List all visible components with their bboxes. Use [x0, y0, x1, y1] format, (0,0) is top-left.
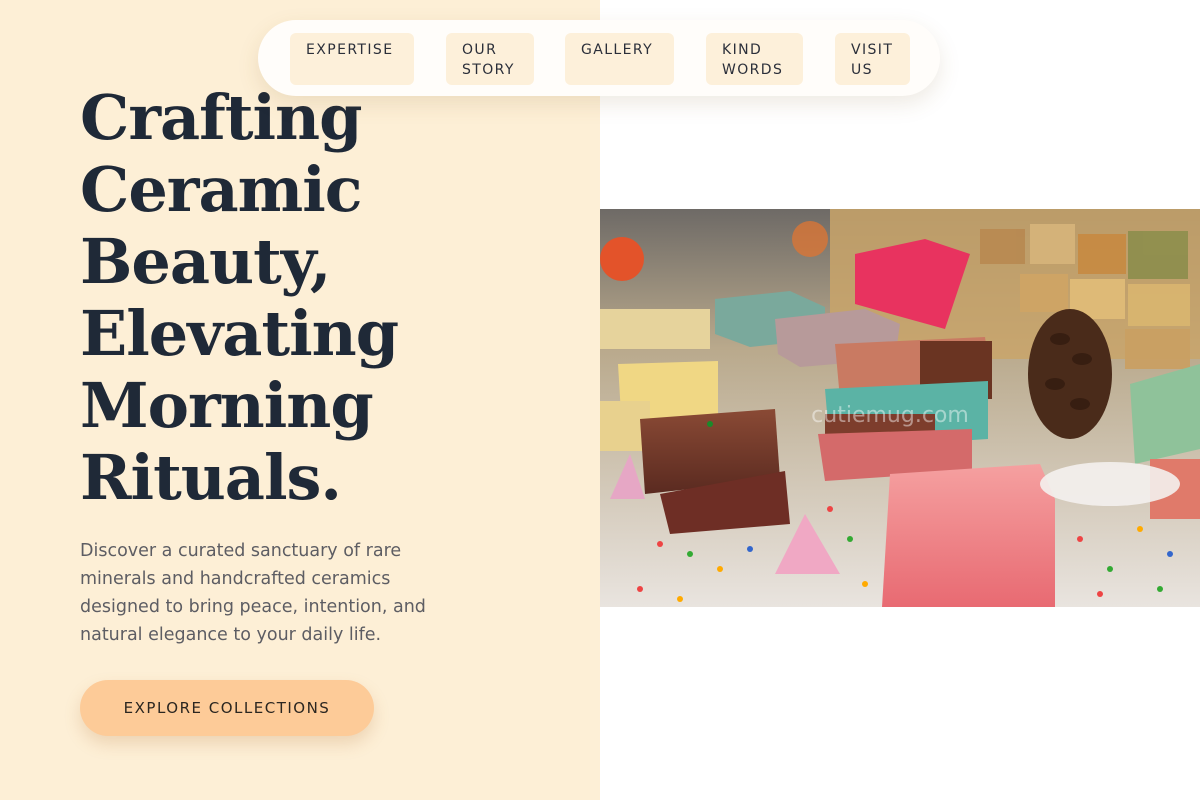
nav-item-our-story[interactable]: OUR STORY	[446, 33, 534, 85]
nav-item-visit-us[interactable]: VISIT US	[835, 33, 910, 85]
nav-item-gallery[interactable]: GALLERY	[565, 33, 674, 85]
hero-product-image: cutiemug.com	[600, 209, 1200, 607]
nav-label: STORY	[462, 62, 515, 78]
main-navigation: EXPERTISE OUR STORY GALLERY KIND WORDS V…	[258, 20, 940, 96]
hero-description-line: natural elegance to your daily life.	[80, 625, 382, 645]
nav-label: US	[851, 62, 873, 78]
nav-label: KIND	[722, 42, 763, 58]
hero-description-line: Discover a curated sanctuary of rare	[80, 541, 402, 561]
explore-collections-button[interactable]: EXPLORE COLLECTIONS	[80, 680, 374, 736]
hero-title: Crafting Ceramic Beauty, Elevating Morni…	[80, 82, 560, 514]
nav-label: VISIT	[851, 42, 894, 58]
hero-title-line: Ceramic	[80, 153, 363, 226]
hero-title-line: Rituals.	[80, 441, 342, 514]
nav-label: WORDS	[722, 62, 784, 78]
nav-item-kind-words[interactable]: KIND WORDS	[706, 33, 803, 85]
hero-title-line: Morning	[80, 369, 374, 442]
hero-description-line: designed to bring peace, intention, and	[80, 597, 426, 617]
hero-description-line: minerals and handcrafted ceramics	[80, 569, 391, 589]
hero-title-line: Elevating	[80, 297, 399, 370]
nav-label: EXPERTISE	[306, 42, 394, 58]
soap-still-life-picture: cutiemug.com	[600, 209, 1200, 607]
nav-label: GALLERY	[581, 42, 654, 58]
image-watermark: cutiemug.com	[811, 403, 969, 428]
nav-label: OUR	[462, 42, 498, 58]
hero-title-line: Beauty,	[80, 225, 331, 298]
nav-item-expertise[interactable]: EXPERTISE	[290, 33, 414, 85]
hero-description: Discover a curated sanctuary of rare min…	[80, 537, 500, 649]
